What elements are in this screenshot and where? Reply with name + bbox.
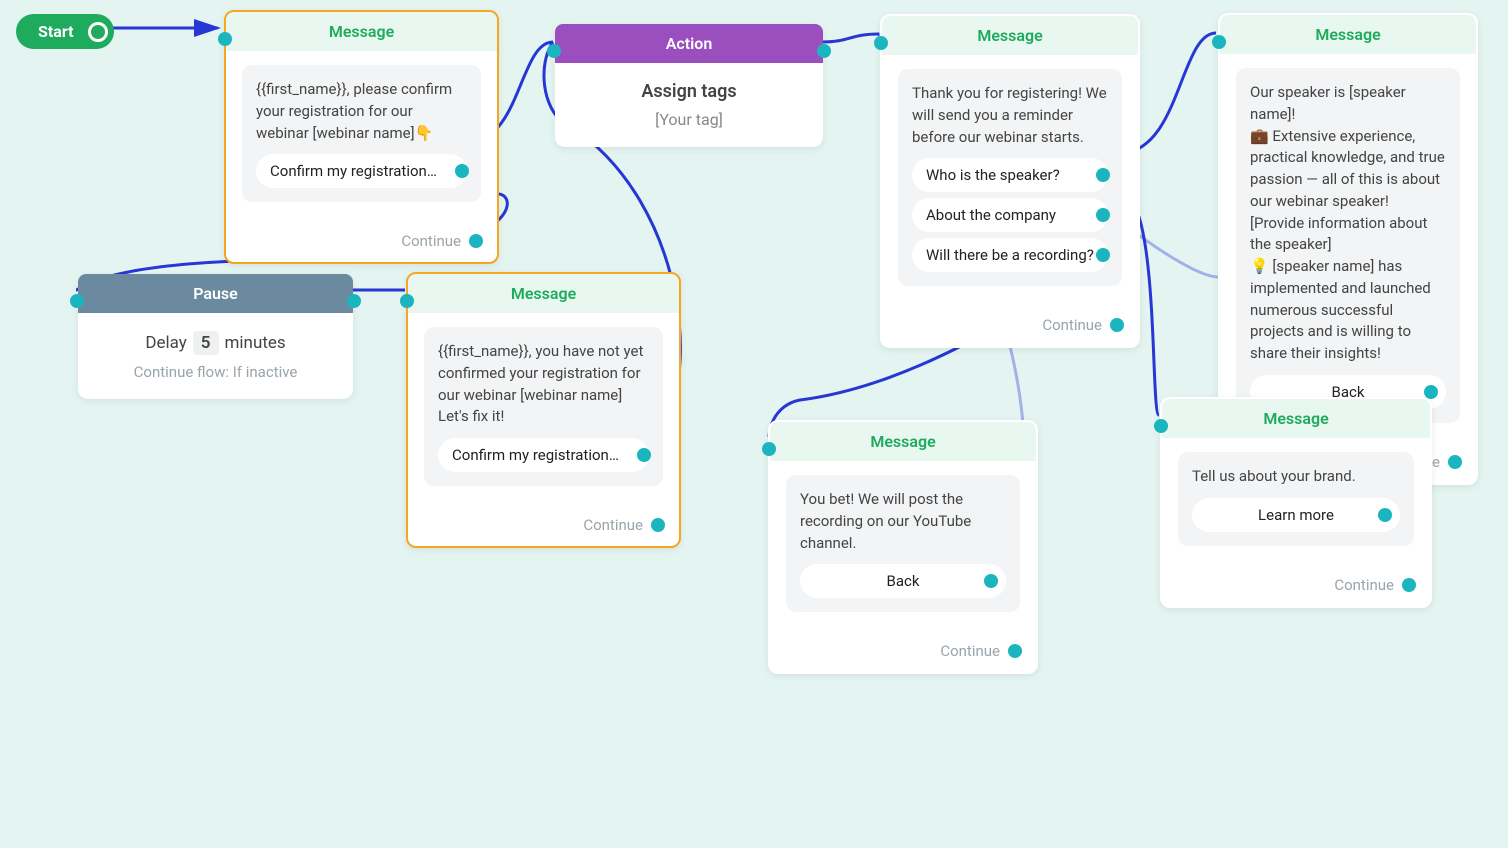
- message-text: You bet! We will post the recording on o…: [800, 489, 1006, 554]
- flow-canvas[interactable]: Start Message {{first_name}}, please con…: [0, 0, 1508, 848]
- continue-label: Continue: [583, 516, 643, 534]
- input-port[interactable]: [70, 294, 84, 308]
- node-header: Message: [226, 12, 497, 51]
- pause-condition: Continue flow: If inactive: [96, 363, 335, 381]
- button-output-port[interactable]: [1096, 208, 1110, 222]
- continue-port[interactable]: [1110, 318, 1124, 332]
- action-node-1[interactable]: Action Assign tags [Your tag]: [555, 24, 823, 147]
- input-port[interactable]: [1212, 35, 1226, 49]
- continue-port[interactable]: [1008, 644, 1022, 658]
- button-label: Confirm my registration …: [270, 162, 440, 180]
- message-text: Thank you for registering! We will send …: [912, 83, 1108, 148]
- message-text: Tell us about your brand.: [1192, 466, 1400, 488]
- message-button-speaker[interactable]: Who is the speaker?: [912, 158, 1108, 192]
- continue-port[interactable]: [1448, 455, 1462, 469]
- continue-row: Continue: [408, 508, 679, 546]
- message-button-company[interactable]: About the company: [912, 198, 1108, 232]
- start-label: Start: [38, 22, 74, 41]
- continue-port[interactable]: [1402, 578, 1416, 592]
- button-label: Confirm my registration …: [452, 446, 622, 464]
- continue-port[interactable]: [651, 518, 665, 532]
- node-header: Action: [555, 24, 823, 63]
- output-port[interactable]: [347, 294, 361, 308]
- node-header: Message: [770, 422, 1036, 461]
- message-text: {{first_name}}, you have not yet confirm…: [438, 341, 649, 428]
- button-label: Who is the speaker?: [926, 166, 1060, 184]
- node-header: Message: [882, 16, 1138, 55]
- message-bubble: Thank you for registering! We will send …: [898, 69, 1122, 286]
- input-port[interactable]: [400, 294, 414, 308]
- button-label: Learn more: [1258, 506, 1334, 524]
- delay-value: 5: [193, 331, 219, 355]
- message-button[interactable]: Confirm my registration …: [256, 154, 467, 188]
- message-button-learn-more[interactable]: Learn more: [1192, 498, 1400, 532]
- continue-port[interactable]: [469, 234, 483, 248]
- delay-label: Delay: [145, 333, 186, 353]
- message-text: {{first_name}}, please confirm your regi…: [256, 79, 467, 144]
- continue-row: Continue: [1162, 568, 1430, 606]
- button-output-port[interactable]: [1096, 248, 1110, 262]
- button-label: About the company: [926, 206, 1056, 224]
- pause-node-1[interactable]: Pause Delay 5 minutes Continue flow: If …: [78, 274, 353, 399]
- node-header: Message: [408, 274, 679, 313]
- message-node-2[interactable]: Message {{first_name}}, you have not yet…: [406, 272, 681, 548]
- button-output-port[interactable]: [1378, 508, 1392, 522]
- pause-delay-line: Delay 5 minutes: [96, 331, 335, 355]
- input-port[interactable]: [874, 36, 888, 50]
- continue-row: Continue: [882, 308, 1138, 346]
- node-header: Message: [1220, 15, 1476, 54]
- output-port[interactable]: [817, 44, 831, 58]
- continue-label: Continue: [401, 232, 461, 250]
- button-output-port[interactable]: [984, 574, 998, 588]
- input-port[interactable]: [762, 442, 776, 456]
- start-node[interactable]: Start: [16, 14, 114, 49]
- continue-row: Continue: [770, 634, 1036, 672]
- delay-unit: minutes: [225, 333, 286, 353]
- input-port[interactable]: [1154, 419, 1168, 433]
- node-header: Pause: [78, 274, 353, 313]
- message-bubble: You bet! We will post the recording on o…: [786, 475, 1020, 612]
- message-button[interactable]: Confirm my registration …: [438, 438, 649, 472]
- message-button-recording[interactable]: Will there be a recording?: [912, 238, 1108, 272]
- continue-label: Continue: [1042, 316, 1102, 334]
- message-node-3[interactable]: Message Thank you for registering! We wi…: [880, 14, 1140, 348]
- start-output-port[interactable]: [88, 22, 108, 42]
- continue-label: Continue: [940, 642, 1000, 660]
- node-header: Message: [1162, 399, 1430, 438]
- action-tag: [Your tag]: [573, 110, 805, 129]
- message-text: Our speaker is [speaker name]! 💼 Extensi…: [1250, 82, 1446, 365]
- message-node-6[interactable]: Message Tell us about your brand. Learn …: [1160, 397, 1432, 608]
- message-bubble: Our speaker is [speaker name]! 💼 Extensi…: [1236, 68, 1460, 423]
- message-node-1[interactable]: Message {{first_name}}, please confirm y…: [224, 10, 499, 264]
- button-output-port[interactable]: [1424, 385, 1438, 399]
- action-title: Assign tags: [573, 81, 805, 102]
- continue-label: Continue: [1334, 576, 1394, 594]
- message-button-back[interactable]: Back: [800, 564, 1006, 598]
- button-output-port[interactable]: [1096, 168, 1110, 182]
- button-label: Back: [887, 572, 920, 590]
- message-bubble: {{first_name}}, you have not yet confirm…: [424, 327, 663, 486]
- input-port[interactable]: [547, 44, 561, 58]
- input-port[interactable]: [218, 32, 232, 46]
- continue-row: Continue: [226, 224, 497, 262]
- message-node-5[interactable]: Message You bet! We will post the record…: [768, 420, 1038, 674]
- button-output-port[interactable]: [455, 164, 469, 178]
- button-label: Will there be a recording?: [926, 246, 1094, 264]
- button-output-port[interactable]: [637, 448, 651, 462]
- message-bubble: {{first_name}}, please confirm your regi…: [242, 65, 481, 202]
- message-bubble: Tell us about your brand. Learn more: [1178, 452, 1414, 546]
